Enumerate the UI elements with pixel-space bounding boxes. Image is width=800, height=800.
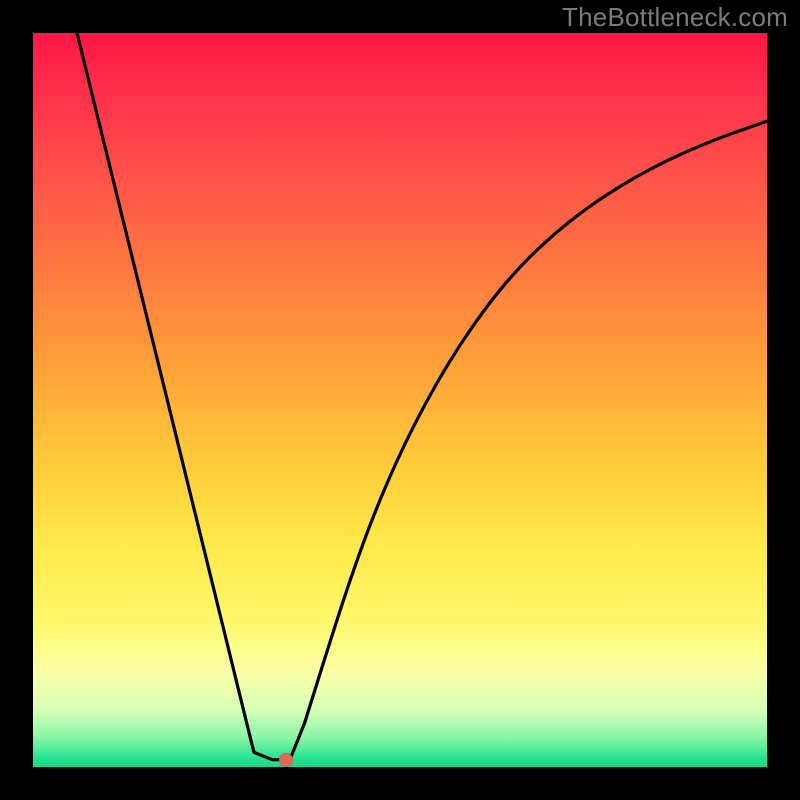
optimum-marker [279, 753, 293, 767]
chart-frame: TheBottleneck.com [0, 0, 800, 800]
plot-area [33, 33, 767, 767]
watermark-text: TheBottleneck.com [562, 2, 788, 33]
curve-path [77, 33, 767, 760]
curve-svg [33, 33, 767, 767]
